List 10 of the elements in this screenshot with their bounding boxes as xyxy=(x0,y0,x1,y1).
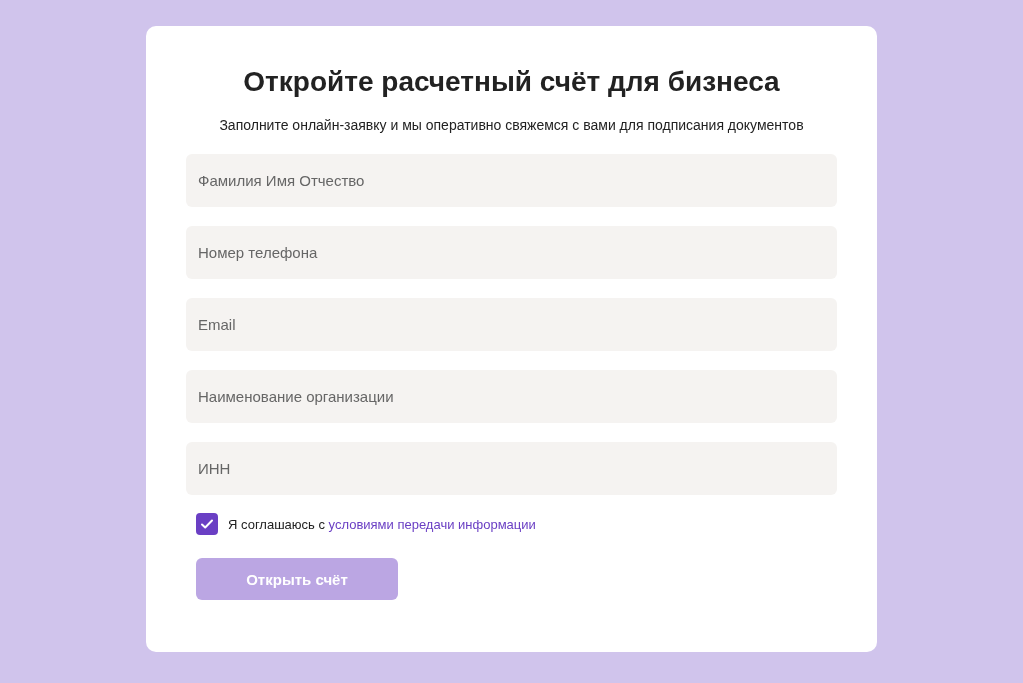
input-field[interactable]: Email xyxy=(186,298,837,351)
input-field[interactable]: Фамилия Имя Отчество xyxy=(186,154,837,207)
input-field[interactable]: ИНН xyxy=(186,442,837,495)
form-title: Откройте расчетный счёт для бизнеса xyxy=(242,65,781,99)
input-field[interactable]: Номер телефона xyxy=(186,226,837,279)
consent-checkbox[interactable] xyxy=(196,513,218,535)
input-field[interactable]: Наименование организации xyxy=(186,370,837,423)
terms-link[interactable]: условиями передачи информации xyxy=(328,516,536,532)
form-subtitle: Заполните онлайн-заявку и мы оперативно свяжемся с вами для подписания документов xyxy=(218,116,805,134)
consent-text: Я соглашаюсь с условиями передачи информации xyxy=(228,516,536,532)
